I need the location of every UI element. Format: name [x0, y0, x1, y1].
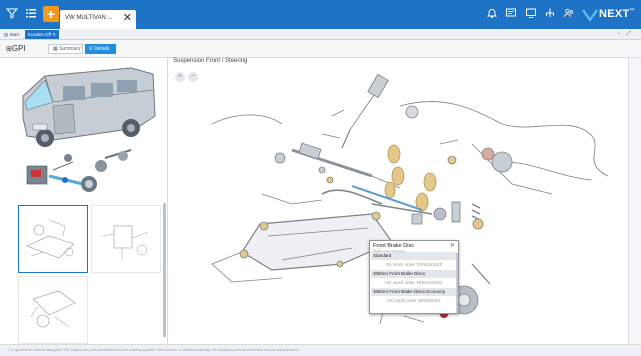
popup-scrollbar[interactable] — [456, 253, 458, 313]
option-308mm-economy[interactable]: On stock order 2E0615301 — [371, 297, 457, 305]
summary-icon: ▦ — [53, 46, 58, 52]
window-icon[interactable]: ▫ — [618, 30, 620, 39]
message-icon[interactable] — [504, 7, 518, 21]
option-header: 308mm Front Brake Discs — [371, 270, 457, 278]
search-icon: ⚲ — [89, 46, 93, 52]
brake-disc-popup: Front Brake Disc Please select alternati… — [369, 240, 459, 314]
details-button[interactable]: ⚲ Details — [85, 44, 116, 54]
summary-button[interactable]: ▦ Summary — [48, 44, 83, 54]
brand-logo: NEXT™ — [582, 7, 637, 23]
option-header: 308mm Front Brake Discs Economy — [371, 288, 457, 296]
funnel-icon[interactable] — [5, 7, 19, 21]
option-standard[interactable]: On stock order 7H0615301F — [371, 261, 457, 269]
session-tabs: ▤ Start Kunden-Off ✕ ▫ ⤢ — [0, 29, 641, 40]
gpi-toolbar: ⊞GPI ▦ Summary ⚲ Details — [0, 40, 641, 58]
tab-customer-offer[interactable]: Kunden-Off ✕ — [25, 30, 59, 39]
expand-icon[interactable]: ⤢ — [626, 30, 631, 39]
vehicle-illustration[interactable] — [13, 58, 163, 198]
gpi-label: ⊞GPI — [6, 44, 26, 53]
close-icon[interactable]: ✕ — [123, 12, 132, 24]
close-icon[interactable]: ✕ — [450, 242, 455, 249]
brand-logo-text: NEXT™ — [599, 8, 635, 20]
info-icon: ⓘ — [7, 348, 11, 352]
option-308mm[interactable]: On stock order 7E0615301G — [371, 279, 457, 287]
users-icon[interactable] — [562, 7, 576, 21]
app-header: + VW MULTIVAN ... ✕ NEXT™ — [0, 0, 641, 29]
bell-icon[interactable] — [485, 7, 499, 21]
list-icon[interactable] — [24, 7, 38, 21]
monitor-icon[interactable] — [524, 7, 538, 21]
vehicle-overview-panel — [13, 58, 168, 344]
tab-vehicle[interactable]: VW MULTIVAN ... ✕ — [60, 10, 136, 29]
thumbnail-suspension-front[interactable] — [18, 205, 88, 273]
status-footer: ⓘ In general the vehicle data (year, VIN… — [0, 344, 641, 356]
add-tab-button[interactable]: + — [43, 6, 59, 22]
right-edge-panel — [628, 58, 641, 344]
thumbnail-scrollbar[interactable] — [163, 203, 166, 337]
thumbnail-rear-axle[interactable] — [18, 276, 88, 344]
option-header: Standard — [371, 252, 457, 260]
network-icon[interactable] — [543, 7, 557, 21]
footer-notice: ⓘ In general the vehicle data (year, VIN… — [7, 348, 299, 352]
tab-start[interactable]: ▤ Start — [4, 30, 19, 39]
tab-vehicle-label: VW MULTIVAN ... — [65, 15, 113, 21]
thumbnail-brake-system[interactable] — [91, 205, 161, 273]
